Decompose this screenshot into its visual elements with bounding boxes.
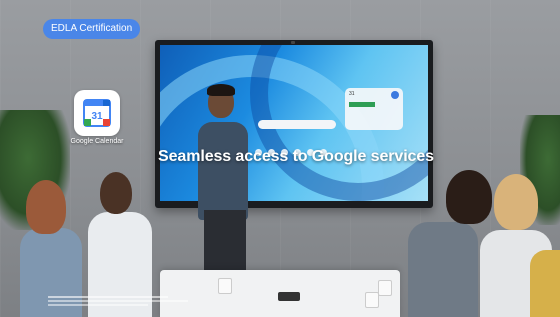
mug — [218, 278, 232, 294]
conference-table — [160, 270, 400, 317]
presenter-legs — [204, 210, 246, 270]
disclaimer-line — [48, 296, 168, 298]
presenter-hair — [207, 84, 235, 96]
calendar-icon-date: 31 — [91, 111, 103, 122]
interactive-display: 31 — [155, 40, 433, 208]
headline: Seamless access to Google services — [158, 148, 434, 165]
google-calendar-label: Google Calendar — [70, 138, 124, 145]
disclaimer-line — [48, 300, 188, 302]
google-calendar-icon: 31 — [83, 99, 111, 127]
attendee-left-1-head — [26, 180, 66, 234]
table-connector — [278, 292, 300, 301]
attendee-right-1 — [408, 222, 478, 317]
camera-icon — [291, 41, 295, 44]
google-calendar-app-tile: 31 — [74, 90, 120, 136]
fine-print-disclaimer — [48, 296, 198, 306]
calendar-widget: 31 — [345, 88, 403, 130]
mug — [365, 292, 379, 308]
search-bar — [258, 120, 336, 129]
edla-certification-badge: EDLA Certification — [43, 19, 141, 39]
widget-event-bar — [349, 102, 375, 107]
attendee-right-2-head — [494, 174, 538, 230]
disclaimer-line — [48, 304, 148, 306]
mug — [378, 280, 392, 296]
widget-date: 31 — [349, 91, 355, 97]
attendee-right-1-head — [446, 170, 492, 224]
widget-avatar-icon — [391, 91, 399, 99]
attendee-left-2-head — [100, 172, 132, 214]
presenter — [198, 122, 248, 220]
attendee-right-3 — [530, 250, 560, 317]
